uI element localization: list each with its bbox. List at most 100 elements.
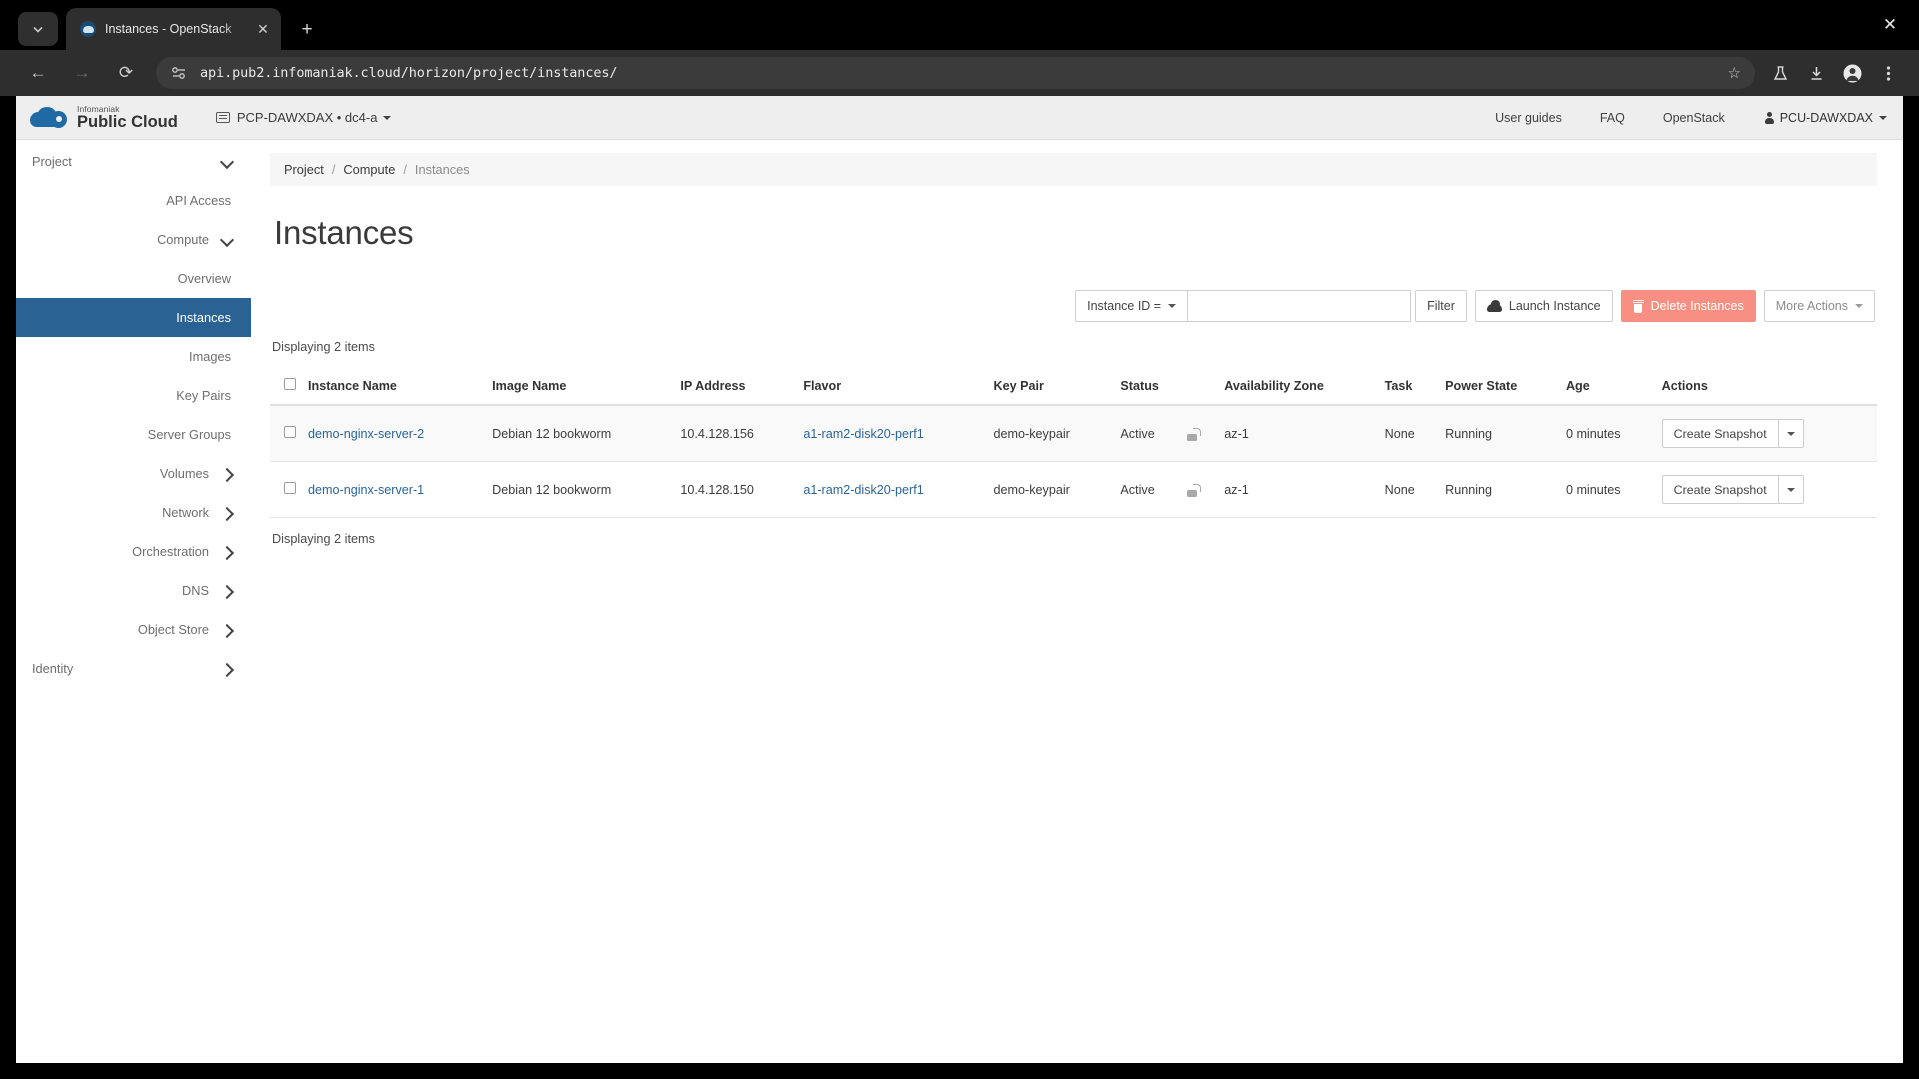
sidebar-item-label: Compute bbox=[157, 232, 209, 247]
sidebar-item-label: Server Groups bbox=[147, 427, 231, 442]
header-link-openstack[interactable]: OpenStack bbox=[1663, 111, 1725, 125]
column-key-pair[interactable]: Key Pair bbox=[987, 368, 1115, 406]
column-instance-name[interactable]: Instance Name bbox=[302, 368, 487, 406]
browser-menu-icon[interactable] bbox=[1873, 58, 1903, 88]
back-button[interactable]: ← bbox=[22, 57, 54, 89]
chevron-right-icon bbox=[221, 663, 233, 675]
sidebar-item-dns[interactable]: DNS bbox=[16, 571, 251, 610]
chevron-right-icon bbox=[221, 507, 233, 519]
profile-icon[interactable] bbox=[1837, 58, 1867, 88]
sidebar-item-label: Identity bbox=[32, 661, 74, 676]
tab-search-icon[interactable] bbox=[18, 12, 58, 46]
sidebar-item-label: Volumes bbox=[159, 466, 209, 481]
unlock-icon bbox=[1186, 483, 1201, 497]
tab-close-icon[interactable]: ✕ bbox=[255, 21, 271, 37]
new-tab-button[interactable]: + bbox=[293, 16, 321, 44]
sidebar-item-label: DNS bbox=[181, 583, 209, 598]
ip-address: 10.4.128.150 bbox=[674, 461, 798, 518]
flavor-text[interactable]: a1-ram2-disk20-perf1 bbox=[803, 427, 923, 441]
row-action-group: Create Snapshot bbox=[1661, 419, 1804, 448]
user-menu[interactable]: PCU-DAWXDAX bbox=[1764, 110, 1887, 125]
brand-logo-block[interactable]: Infomaniak Public Cloud bbox=[30, 104, 178, 132]
task: None bbox=[1378, 461, 1440, 518]
age: 0 minutes bbox=[1559, 405, 1656, 462]
key-pair-text: demo-keypair bbox=[993, 426, 1070, 441]
more-actions-button[interactable]: More Actions bbox=[1763, 290, 1875, 322]
launch-instance-button[interactable]: Launch Instance bbox=[1474, 290, 1613, 322]
project-switcher[interactable]: PCP-DAWXDAX • dc4-a bbox=[215, 110, 392, 125]
window-close-button[interactable]: ✕ bbox=[1875, 10, 1905, 40]
header-link-user-guides[interactable]: User guides bbox=[1495, 111, 1562, 125]
instance-name-text[interactable]: demo-nginx-server-1 bbox=[308, 483, 424, 497]
reload-button[interactable]: ⟳ bbox=[110, 57, 142, 89]
row-actions-dropdown-toggle[interactable] bbox=[1778, 475, 1804, 504]
sidebar-item-server-groups[interactable]: Server Groups bbox=[16, 415, 251, 454]
sidebar-item-label: Orchestration bbox=[132, 544, 209, 559]
sidebar-item-api-access[interactable]: API Access bbox=[16, 181, 251, 220]
filter-field-select[interactable]: Instance ID = bbox=[1075, 290, 1189, 322]
header-link-faq[interactable]: FAQ bbox=[1600, 111, 1625, 125]
column-power-state[interactable]: Power State bbox=[1439, 368, 1560, 406]
flavor: a1-ram2-disk20-perf1 bbox=[797, 461, 988, 518]
create-snapshot-button[interactable]: Create Snapshot bbox=[1661, 475, 1779, 504]
site-settings-icon[interactable] bbox=[170, 64, 188, 82]
row-checkbox[interactable] bbox=[284, 426, 296, 438]
page-title: Instances bbox=[274, 214, 414, 251]
age-text: 0 minutes bbox=[1565, 426, 1621, 441]
sidebar-item-project[interactable]: Project bbox=[16, 142, 251, 181]
breadcrumb-item-project[interactable]: Project bbox=[284, 162, 324, 177]
instance-name-text[interactable]: demo-nginx-server-2 bbox=[308, 427, 424, 441]
sidebar-item-network[interactable]: Network bbox=[16, 493, 251, 532]
chevron-down-icon bbox=[1168, 304, 1177, 312]
search-input[interactable] bbox=[1188, 290, 1412, 322]
sidebar-item-instances[interactable]: Instances bbox=[16, 298, 251, 337]
user-menu-label: PCU-DAWXDAX bbox=[1779, 110, 1873, 125]
sidebar-item-orchestration[interactable]: Orchestration bbox=[16, 532, 251, 571]
ip-address-text: 10.4.128.150 bbox=[680, 482, 754, 497]
column-age[interactable]: Age bbox=[1559, 368, 1656, 406]
chevron-down-icon bbox=[383, 115, 392, 124]
row-actions-dropdown-toggle[interactable] bbox=[1778, 419, 1804, 448]
sidebar-item-object-store[interactable]: Object Store bbox=[16, 610, 251, 649]
experiments-flask-icon[interactable] bbox=[1765, 58, 1795, 88]
sidebar-item-compute[interactable]: Compute bbox=[16, 220, 251, 259]
lock-status-cell bbox=[1180, 461, 1219, 518]
column-image-name[interactable]: Image Name bbox=[486, 368, 675, 406]
table-header-row: Instance Name Image Name IP Address Flav… bbox=[270, 368, 1877, 406]
browser-tab[interactable]: Instances - OpenStack ✕ bbox=[66, 8, 281, 50]
brand-main-label: Public Cloud bbox=[77, 113, 178, 131]
create-snapshot-button[interactable]: Create Snapshot bbox=[1661, 419, 1779, 448]
launch-instance-label: Launch Instance bbox=[1508, 299, 1601, 313]
sidebar-item-identity[interactable]: Identity bbox=[16, 649, 251, 688]
column-actions: Actions bbox=[1655, 368, 1877, 406]
sidebar-item-overview[interactable]: Overview bbox=[16, 259, 251, 298]
column-status[interactable]: Status bbox=[1114, 368, 1219, 406]
sidebar-item-volumes[interactable]: Volumes bbox=[16, 454, 251, 493]
url-text: api.pub2.infomaniak.cloud/horizon/projec… bbox=[200, 65, 618, 81]
filter-button[interactable]: Filter bbox=[1415, 290, 1467, 322]
breadcrumb: Project / Compute / Instances bbox=[270, 153, 1877, 186]
column-ip-address[interactable]: IP Address bbox=[674, 368, 798, 406]
task: None bbox=[1378, 405, 1440, 462]
select-all-checkbox[interactable] bbox=[284, 378, 296, 390]
age: 0 minutes bbox=[1559, 461, 1656, 518]
row-checkbox[interactable] bbox=[284, 482, 296, 494]
bookmark-star-icon[interactable]: ☆ bbox=[1728, 64, 1741, 82]
sidebar-item-images[interactable]: Images bbox=[16, 337, 251, 376]
breadcrumb-item-compute[interactable]: Compute bbox=[343, 162, 395, 177]
forward-button[interactable]: → bbox=[66, 57, 98, 89]
column-task[interactable]: Task bbox=[1378, 368, 1440, 406]
chevron-down-icon bbox=[1786, 487, 1795, 496]
column-availability-zone[interactable]: Availability Zone bbox=[1218, 368, 1379, 406]
sidebar-item-label: Network bbox=[162, 505, 209, 520]
image-name: Debian 12 bookworm bbox=[486, 461, 675, 518]
chevron-down-icon bbox=[221, 156, 233, 168]
sidebar-item-label: Instances bbox=[176, 310, 231, 325]
flavor-text[interactable]: a1-ram2-disk20-perf1 bbox=[803, 483, 923, 497]
downloads-icon[interactable] bbox=[1801, 58, 1831, 88]
sidebar-item-key-pairs[interactable]: Key Pairs bbox=[16, 376, 251, 415]
delete-instances-button[interactable]: Delete Instances bbox=[1620, 290, 1756, 322]
status-text: Active bbox=[1120, 482, 1155, 497]
address-bar[interactable]: api.pub2.infomaniak.cloud/horizon/projec… bbox=[156, 57, 1755, 89]
column-flavor[interactable]: Flavor bbox=[797, 368, 988, 406]
